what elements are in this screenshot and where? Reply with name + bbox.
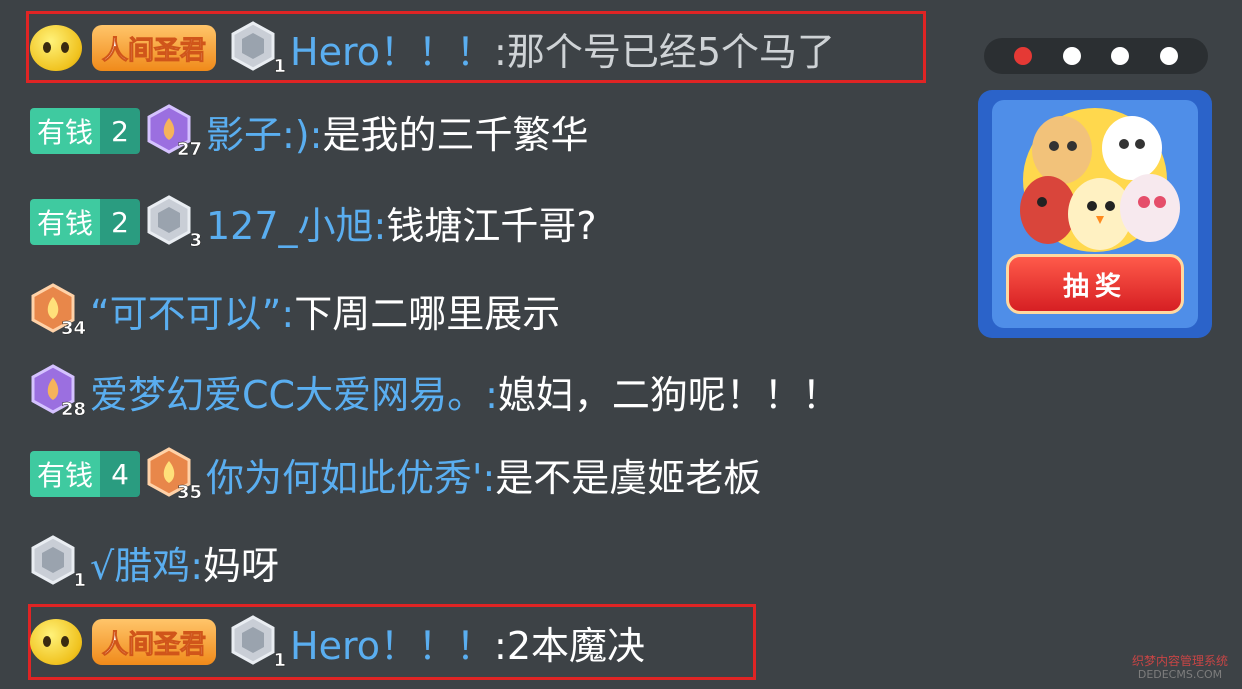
level-number: 28 xyxy=(60,399,87,421)
message-text: :那个号已经5个马了 xyxy=(494,29,835,74)
title-badge: 人间圣君 xyxy=(92,25,217,71)
chat-message: 1 √腊鸡: 妈呀 xyxy=(30,532,279,592)
chat-message: 34 “可不可以”: 下周二哪里展示 xyxy=(30,280,560,340)
level-number: 3 xyxy=(189,230,202,252)
user-name[interactable]: Hero！！！ xyxy=(290,615,494,670)
user-name[interactable]: 影子:): xyxy=(206,104,322,159)
chat-list: 人间圣君 1 Hero！！！ :那个号已经5个马了 有钱 2 27 影子:): … xyxy=(0,0,960,689)
emoji-face-icon xyxy=(30,25,82,71)
message-text: 是我的三千繁华 xyxy=(322,112,589,157)
user-name[interactable]: “可不可以”: xyxy=(90,283,294,338)
orange-level-icon: 35 xyxy=(146,447,202,503)
user-name[interactable]: 你为何如此优秀': xyxy=(206,447,495,502)
watermark-line1: 织梦内容管理系统 xyxy=(1132,654,1229,668)
rich-badge: 有钱 4 xyxy=(30,451,140,497)
user-name[interactable]: Hero！！！ xyxy=(290,21,494,76)
draw-button[interactable]: 抽奖 xyxy=(1006,254,1184,314)
silver-level-icon: 3 xyxy=(146,195,202,251)
message-text: 妈呀 xyxy=(203,543,280,588)
chat-message: 人间圣君 1 Hero！！！ :那个号已经5个马了 xyxy=(30,18,835,78)
rich-level: 2 xyxy=(100,108,140,154)
rich-badge: 有钱 2 xyxy=(30,199,140,245)
carousel-dot-active[interactable] xyxy=(1014,47,1033,65)
level-number: 27 xyxy=(176,139,203,161)
message-text: 下周二哪里展示 xyxy=(294,291,561,336)
silver-level-icon: 1 xyxy=(30,535,86,591)
rich-label: 有钱 xyxy=(30,451,100,497)
level-number: 35 xyxy=(176,482,203,504)
purple-level-icon: 28 xyxy=(30,364,86,420)
lottery-card[interactable]: 抽奖 xyxy=(978,90,1212,338)
purple-level-icon: 27 xyxy=(146,104,202,160)
chat-message: 人间圣君 1 Hero！！！ :2本魔决 xyxy=(30,612,645,672)
level-number: 34 xyxy=(60,318,87,340)
user-name[interactable]: 爱梦幻爱CC大爱网易。: xyxy=(90,364,498,419)
message-text: :2本魔决 xyxy=(494,623,645,668)
carousel-dot[interactable] xyxy=(1062,47,1081,65)
orange-level-icon: 34 xyxy=(30,283,86,339)
chat-message: 28 爱梦幻爱CC大爱网易。: 媳妇，二狗呢！！！ xyxy=(30,361,840,421)
carousel-indicator xyxy=(984,38,1208,74)
watermark-line2: DEDECMS.COM xyxy=(1137,668,1223,681)
user-name[interactable]: √腊鸡: xyxy=(90,535,203,590)
chat-message: 有钱 2 3 127_小旭: 钱塘江千哥? xyxy=(30,192,597,252)
message-text: 钱塘江千哥? xyxy=(386,203,597,248)
rich-badge: 有钱 2 xyxy=(30,108,140,154)
rich-label: 有钱 xyxy=(30,199,100,245)
carousel-dot[interactable] xyxy=(1159,47,1178,65)
level-number: 1 xyxy=(273,56,287,78)
user-name[interactable]: 127_小旭: xyxy=(206,195,386,250)
rich-level: 4 xyxy=(100,451,140,497)
chat-message: 有钱 2 27 影子:): 是我的三千繁华 xyxy=(30,101,588,161)
message-text: 媳妇，二狗呢！！！ xyxy=(497,372,840,417)
rich-level: 2 xyxy=(100,199,140,245)
message-text: 是不是虞姬老板 xyxy=(495,455,762,500)
title-badge: 人间圣君 xyxy=(92,619,217,665)
level-number: 1 xyxy=(273,650,287,672)
zodiac-mascots-illustration xyxy=(1020,108,1180,252)
carousel-dot[interactable] xyxy=(1111,47,1130,65)
level-number: 1 xyxy=(73,570,86,592)
silver-level-icon: 1 xyxy=(230,21,286,77)
chat-message: 有钱 4 35 你为何如此优秀': 是不是虞姬老板 xyxy=(30,444,761,504)
watermark: 织梦内容管理系统 DEDECMS.COM xyxy=(1132,654,1228,682)
emoji-face-icon xyxy=(30,619,82,665)
rich-label: 有钱 xyxy=(30,108,100,154)
silver-level-icon: 1 xyxy=(230,615,286,671)
